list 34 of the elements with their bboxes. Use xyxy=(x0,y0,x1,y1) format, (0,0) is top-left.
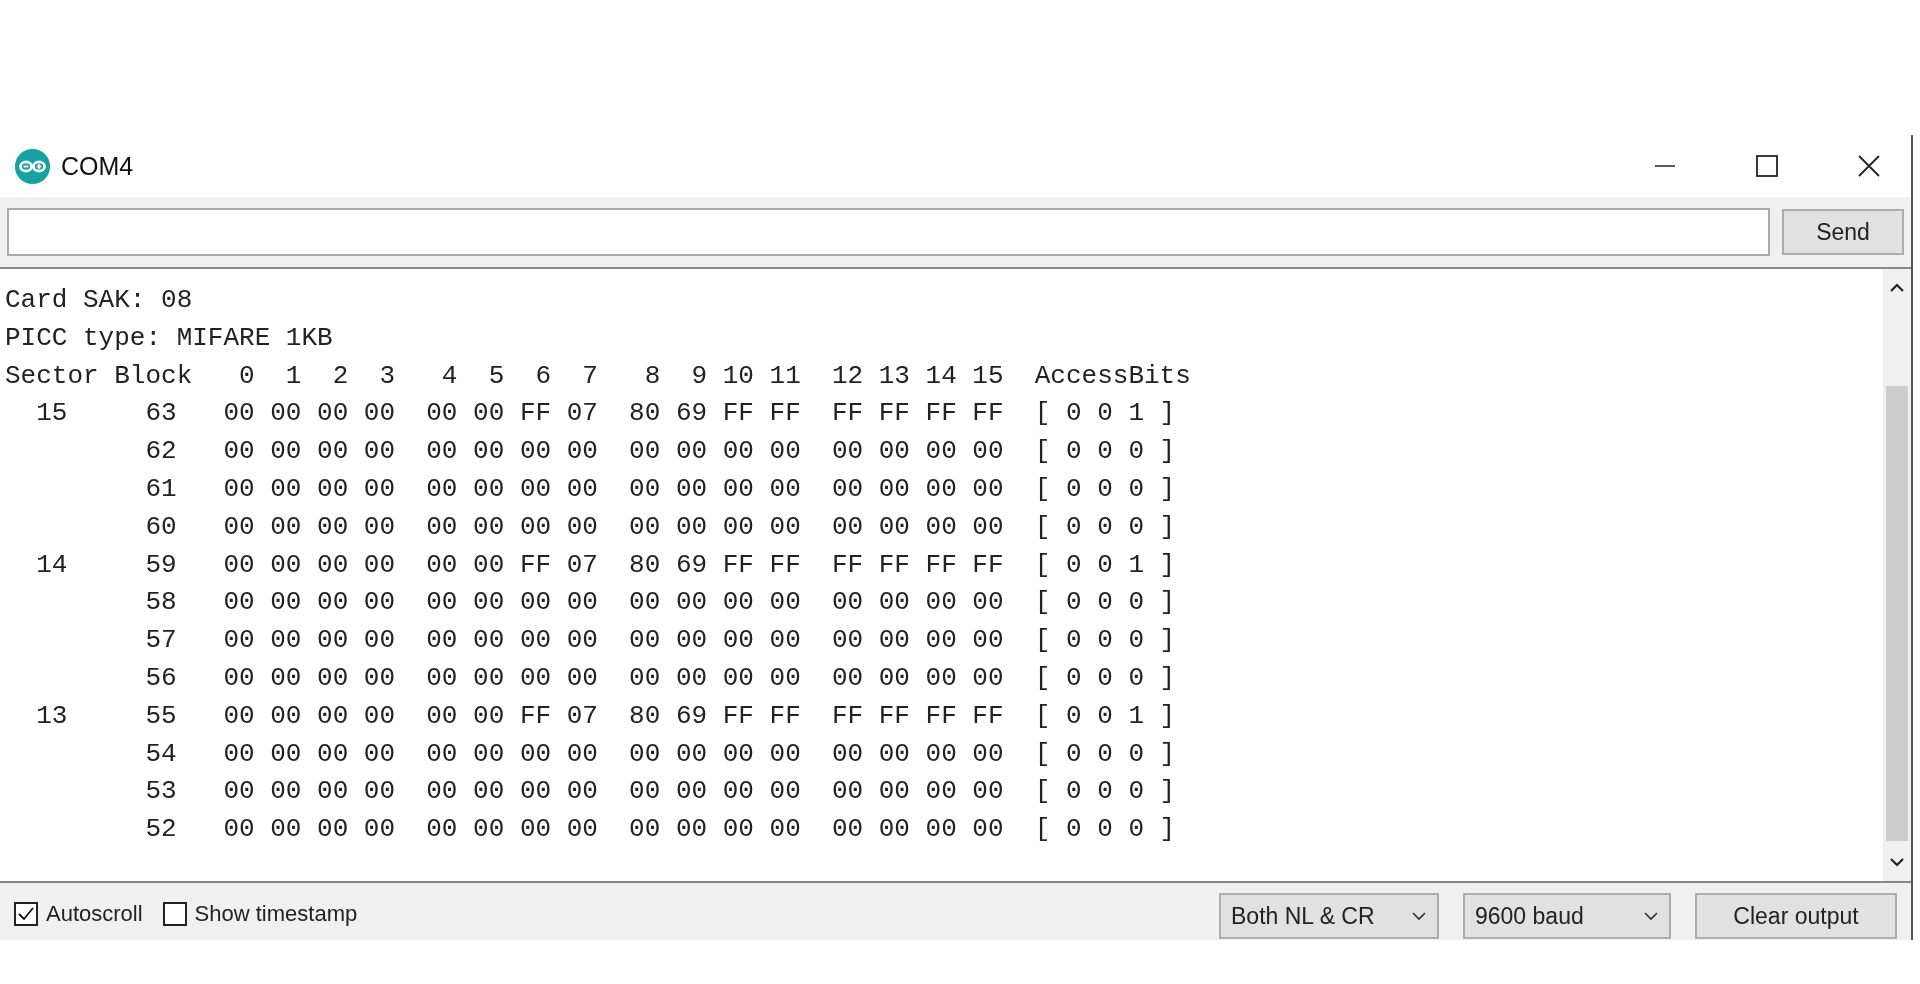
close-icon[interactable] xyxy=(1857,154,1881,178)
scroll-down-icon[interactable] xyxy=(1889,857,1905,867)
output-line: Card SAK: 08 xyxy=(5,284,194,317)
checkbox[interactable] xyxy=(14,902,38,926)
app-logo-icon xyxy=(14,147,51,185)
send-button[interactable]: Send xyxy=(1782,209,1904,255)
output-line: PICC type: MIFARE 1KB xyxy=(5,321,334,355)
output-line: Sector Block 0 1 2 3 4 5 6 7 8 9 10 11 12 13 14 15 AccessBits xyxy=(5,359,1192,393)
dropdown[interactable]: Both NL & CR xyxy=(1219,893,1439,939)
window-title: COM4 xyxy=(61,151,134,181)
output-line: 57 00 00 00 00 00 00 00 00 00 00 00 00 00 00 00 00 [ 0 0 0 ] xyxy=(144,624,1177,658)
clear-output-button[interactable]: Clear output xyxy=(1695,893,1897,939)
output-line: 58 00 00 00 00 00 00 00 00 00 00 00 00 00 00 00 00 [ 0 0 0 ] xyxy=(144,586,1177,620)
chevron-down-icon[interactable] xyxy=(1643,911,1659,921)
checkbox[interactable] xyxy=(162,902,187,926)
chevron-down-icon[interactable] xyxy=(1411,911,1427,921)
output-line: 54 00 00 00 00 00 00 00 00 00 00 00 00 00 00 00 00 [ 0 0 0 ] xyxy=(144,737,1177,771)
checkbox-label[interactable]: Show timestamp xyxy=(194,901,358,927)
output-line: 14 59 00 00 00 00 00 00 FF 07 80 69 FF FF FF FF FF FF [ 0 0 1 ] xyxy=(35,548,1177,582)
output-line: 56 00 00 00 00 00 00 00 00 00 00 00 00 00 00 00 00 [ 0 0 0 ] xyxy=(144,661,1177,695)
scrollbar[interactable] xyxy=(1883,269,1911,881)
output-line: 15 63 00 00 00 00 00 00 FF 07 80 69 FF FF FF FF FF FF [ 0 0 1 ] xyxy=(35,397,1177,431)
output-line: 61 00 00 00 00 00 00 00 00 00 00 00 00 00 00 00 00 [ 0 0 0 ] xyxy=(144,473,1177,506)
output-line: 53 00 00 00 00 00 00 00 00 00 00 00 00 00 00 00 00 [ 0 0 0 ] xyxy=(144,775,1177,809)
maximize-icon[interactable] xyxy=(1755,154,1779,178)
scrollbar-thumb[interactable] xyxy=(1886,386,1908,841)
scroll-up-icon[interactable] xyxy=(1889,283,1905,293)
output-line: 13 55 00 00 00 00 00 00 FF 07 80 69 FF FF FF FF FF FF [ 0 0 1 ] xyxy=(35,699,1177,733)
checkbox-label[interactable]: Autoscroll xyxy=(46,901,143,927)
output-line: 52 00 00 00 00 00 00 00 00 00 00 00 00 00 00 00 00 [ 0 0 0 ] xyxy=(144,813,1177,847)
output-line: 60 00 00 00 00 00 00 00 00 00 00 00 00 00 00 00 00 [ 0 0 0 ] xyxy=(144,510,1177,544)
input-field[interactable] xyxy=(7,208,1770,256)
dropdown[interactable]: 9600 baud xyxy=(1463,893,1671,939)
output-line: 62 00 00 00 00 00 00 00 00 00 00 00 00 00 00 00 00 [ 0 0 0 ] xyxy=(144,435,1177,469)
